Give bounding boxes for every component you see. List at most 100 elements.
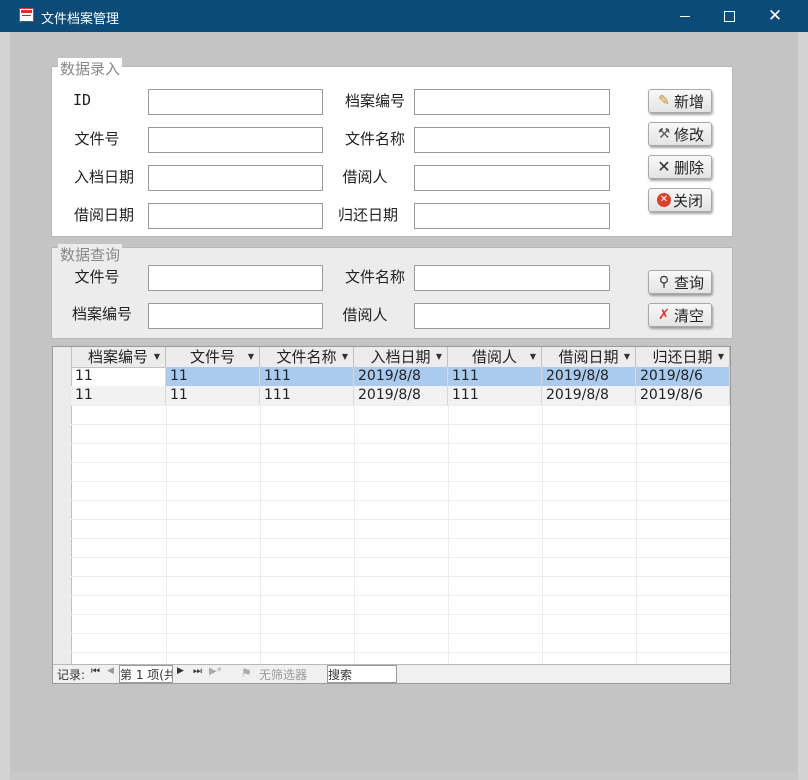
table-cell[interactable]: 2019/8/8: [542, 367, 636, 386]
grid-line: [71, 500, 730, 501]
add-button-label: 新增: [673, 92, 704, 111]
column-header[interactable]: 文件号 ▼: [166, 347, 260, 367]
clear-button-label: 清空: [673, 306, 704, 325]
return-date-label: 归还日期: [337, 206, 398, 224]
table-cell[interactable]: 2019/8/6: [636, 386, 730, 405]
grid-line: [71, 443, 730, 444]
add-record-icon: ✎: [658, 93, 670, 109]
table-cell[interactable]: 2019/8/8: [542, 386, 636, 405]
grid-column-line: [260, 367, 261, 667]
table-cell[interactable]: 11: [71, 367, 166, 386]
record-navigator: 记录: ⏮ ◀ 第 1 项(共 ▶ ⏭ ▶* ⚑ 无筛选器 搜索: [53, 664, 730, 683]
grid-line: [71, 652, 730, 653]
table-cell[interactable]: 11: [71, 386, 166, 405]
sort-filter-dropdown-icon[interactable]: ▼: [248, 347, 254, 367]
tools-icon: ⚒: [657, 126, 671, 142]
table-cell[interactable]: 111: [260, 367, 354, 386]
grid-line: [71, 462, 730, 463]
archive-no-label: 档案编号: [344, 92, 405, 110]
grid-line: [71, 576, 730, 577]
grid-line: [71, 538, 730, 539]
query-archive-no-field[interactable]: [148, 303, 323, 329]
sort-filter-dropdown-icon[interactable]: ▼: [342, 347, 348, 367]
table-cell[interactable]: 111: [260, 386, 354, 405]
table-cell[interactable]: 111: [448, 386, 542, 405]
borrower-field[interactable]: [414, 165, 610, 191]
column-header[interactable]: 借阅人 ▼: [448, 347, 542, 367]
grid-line: [71, 405, 730, 406]
archive-no-field[interactable]: [414, 89, 610, 115]
table-row[interactable]: 11 11 111 2019/8/8 111 2019/8/8 2019/8/6: [71, 367, 730, 386]
search-button[interactable]: ⚲ 查询: [648, 270, 712, 294]
table-cell[interactable]: 111: [448, 367, 542, 386]
borrow-date-field[interactable]: [148, 203, 323, 229]
table-cell[interactable]: 11: [166, 367, 260, 386]
delete-button[interactable]: ✕ 删除: [648, 155, 712, 179]
prev-record-icon[interactable]: ◀: [107, 666, 114, 676]
table-cell[interactable]: 11: [166, 386, 260, 405]
table-cell[interactable]: 2019/8/8: [354, 386, 448, 405]
column-header[interactable]: 借阅日期 ▼: [542, 347, 636, 367]
close-window-button[interactable]: ✕: [752, 0, 798, 32]
new-record-icon[interactable]: ▶*: [209, 666, 222, 677]
id-label: ID: [72, 91, 92, 109]
column-header[interactable]: 入档日期 ▼: [354, 347, 448, 367]
grid-line: [71, 614, 730, 615]
borrow-date-label: 借阅日期: [73, 206, 134, 224]
sort-filter-dropdown-icon[interactable]: ▼: [624, 347, 630, 367]
delete-button-label: 删除: [673, 158, 704, 177]
minimize-button[interactable]: [662, 0, 708, 32]
sort-filter-dropdown-icon[interactable]: ▼: [154, 347, 160, 367]
table-row[interactable]: 11 11 111 2019/8/8 111 2019/8/8 2019/8/6: [71, 386, 730, 405]
sort-filter-dropdown-icon[interactable]: ▼: [436, 347, 442, 367]
query-borrower-field[interactable]: [414, 303, 610, 329]
add-button[interactable]: ✎ 新增: [648, 89, 712, 113]
grid-column-line: [354, 367, 355, 667]
filter-status[interactable]: 无筛选器: [259, 666, 307, 683]
file-name-label: 文件名称: [344, 130, 405, 148]
file-no-label: 文件号: [74, 130, 120, 148]
record-selector-column[interactable]: [53, 347, 72, 683]
sort-filter-dropdown-icon[interactable]: ▼: [718, 347, 724, 367]
no-filter-icon: ⚑: [241, 666, 252, 680]
archive-date-field[interactable]: [148, 165, 323, 191]
close-button[interactable]: ✕ 关闭: [648, 188, 712, 212]
file-name-field[interactable]: [414, 127, 610, 153]
data-query-legend: 数据查询: [58, 244, 123, 265]
next-record-icon[interactable]: ▶: [177, 666, 184, 676]
grid-line: [71, 519, 730, 520]
title-bar: 文件档案管理 ✕: [0, 0, 808, 32]
column-header[interactable]: 档案编号 ▼: [71, 347, 166, 367]
id-field[interactable]: [148, 89, 323, 115]
maximize-icon: [723, 10, 735, 22]
query-file-name-field[interactable]: [414, 265, 610, 291]
grid-column-line: [448, 367, 449, 667]
table-cell[interactable]: 2019/8/8: [354, 367, 448, 386]
maximize-button[interactable]: [706, 0, 752, 32]
query-archive-no-label: 档案编号: [71, 305, 132, 323]
grid-column-line: [730, 367, 731, 667]
query-file-name-label: 文件名称: [344, 268, 405, 286]
sort-filter-dropdown-icon[interactable]: ▼: [530, 347, 536, 367]
table-cell[interactable]: 2019/8/6: [636, 367, 730, 386]
record-position-field[interactable]: 第 1 项(共: [119, 665, 173, 683]
window-title: 文件档案管理: [41, 12, 120, 27]
clear-button[interactable]: ✗ 清空: [648, 303, 712, 327]
column-header[interactable]: 文件名称 ▼: [260, 347, 354, 367]
query-file-no-field[interactable]: [148, 265, 323, 291]
delete-x-icon: ✕: [657, 157, 671, 176]
file-no-field[interactable]: [148, 127, 323, 153]
grid-column-line: [636, 367, 637, 667]
column-header[interactable]: 归还日期 ▼: [636, 347, 730, 367]
edit-button[interactable]: ⚒ 修改: [648, 122, 712, 146]
window-frame-right: [798, 32, 808, 780]
minimize-icon: [680, 15, 690, 17]
grid-column-line: [166, 367, 167, 667]
window-frame-left: [0, 32, 10, 780]
records-datasheet[interactable]: 档案编号 ▼ 文件号 ▼ 文件名称 ▼ 入档日期 ▼ 借阅人 ▼ 借阅日期 ▼ 归还日期 ▼ 11 11 11…: [52, 346, 731, 684]
last-record-icon[interactable]: ⏭: [193, 666, 202, 677]
close-circle-icon: ✕: [656, 193, 671, 207]
first-record-icon[interactable]: ⏮: [91, 666, 100, 677]
return-date-field[interactable]: [414, 203, 610, 229]
search-navigator-field[interactable]: 搜索: [327, 665, 397, 683]
